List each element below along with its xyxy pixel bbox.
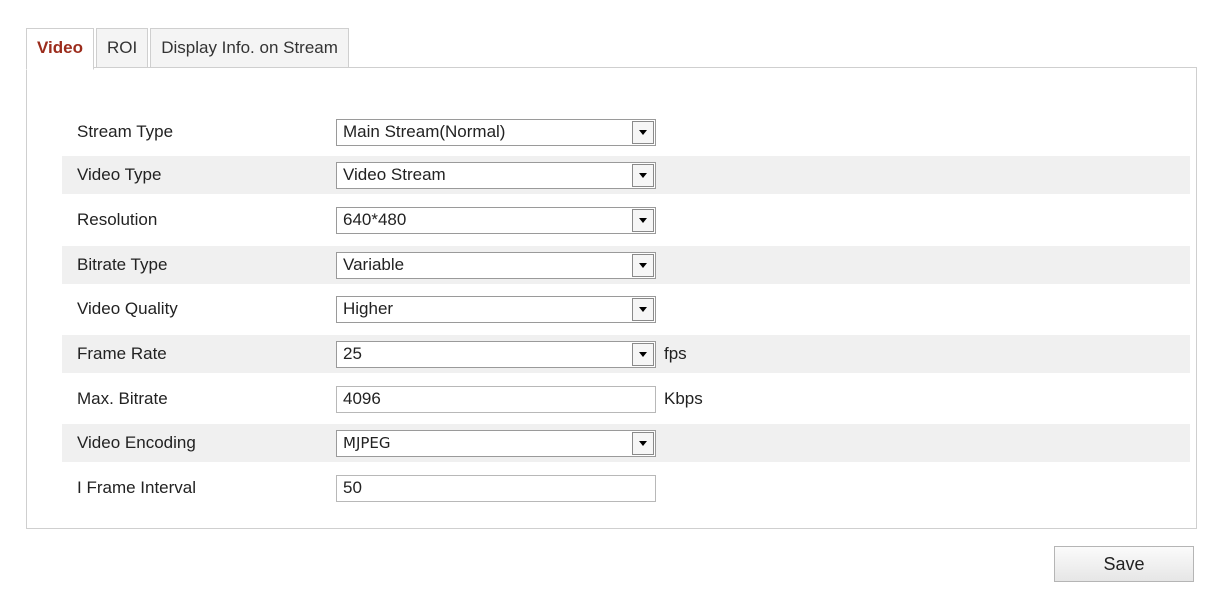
- chevron-down-icon[interactable]: [632, 431, 654, 455]
- tab-video[interactable]: Video: [26, 28, 94, 70]
- video-type-value: Video Stream: [343, 165, 446, 184]
- chevron-down-icon[interactable]: [632, 297, 654, 321]
- stream-type-row: Stream Type Main Stream(Normal): [62, 113, 1190, 151]
- video-quality-value: Higher: [343, 299, 394, 318]
- resolution-label: Resolution: [77, 210, 158, 229]
- max-bitrate-row: Max. Bitrate 4096 Kbps: [62, 380, 1190, 418]
- tab-display-info[interactable]: Display Info. on Stream: [150, 28, 349, 67]
- bitrate-type-label: Bitrate Type: [77, 255, 168, 274]
- video-type-select[interactable]: Video Stream: [336, 161, 656, 189]
- stream-type-select[interactable]: Main Stream(Normal): [336, 118, 656, 146]
- video-quality-select[interactable]: Higher: [336, 295, 656, 323]
- video-encoding-row: Video Encoding MJPEG: [62, 424, 1190, 462]
- video-type-row: Video Type Video Stream: [62, 156, 1190, 194]
- bitrate-type-row: Bitrate Type Variable: [62, 246, 1190, 284]
- i-frame-interval-row: I Frame Interval 50: [62, 469, 1190, 507]
- i-frame-interval-label: I Frame Interval: [77, 478, 197, 497]
- max-bitrate-label: Max. Bitrate: [77, 389, 168, 408]
- max-bitrate-unit: Kbps: [664, 389, 703, 408]
- video-encoding-label: Video Encoding: [77, 433, 196, 452]
- chevron-down-icon[interactable]: [632, 208, 654, 232]
- i-frame-interval-value: 50: [343, 478, 362, 497]
- bitrate-type-select[interactable]: Variable: [336, 251, 656, 279]
- frame-rate-row: Frame Rate 25 fps: [62, 335, 1190, 373]
- stream-type-label: Stream Type: [77, 122, 174, 141]
- frame-rate-value: 25: [343, 344, 362, 363]
- video-encoding-select[interactable]: MJPEG: [336, 429, 656, 457]
- chevron-down-icon[interactable]: [632, 163, 654, 187]
- save-button[interactable]: Save: [1054, 546, 1194, 582]
- bitrate-type-value: Variable: [343, 255, 405, 274]
- stream-type-value: Main Stream(Normal): [343, 122, 506, 141]
- chevron-down-icon[interactable]: [632, 342, 654, 366]
- max-bitrate-input[interactable]: 4096: [336, 385, 656, 413]
- video-quality-label: Video Quality: [77, 299, 178, 318]
- frame-rate-label: Frame Rate: [77, 344, 167, 363]
- resolution-row: Resolution 640*480: [62, 201, 1190, 239]
- frame-rate-select[interactable]: 25: [336, 340, 656, 368]
- tab-bar: Video ROI Display Info. on Stream: [26, 28, 351, 70]
- i-frame-interval-input[interactable]: 50: [336, 474, 656, 502]
- tab-roi[interactable]: ROI: [95, 28, 149, 67]
- video-type-label: Video Type: [77, 165, 162, 184]
- chevron-down-icon[interactable]: [632, 253, 654, 277]
- video-settings-panel: Stream Type Main Stream(Normal) Video Ty…: [26, 67, 1197, 529]
- max-bitrate-value: 4096: [343, 389, 381, 408]
- video-quality-row: Video Quality Higher: [62, 290, 1190, 328]
- video-encoding-value: MJPEG: [343, 434, 391, 452]
- frame-rate-unit: fps: [664, 344, 687, 363]
- chevron-down-icon[interactable]: [632, 120, 654, 144]
- resolution-value: 640*480: [343, 210, 407, 229]
- resolution-select[interactable]: 640*480: [336, 206, 656, 234]
